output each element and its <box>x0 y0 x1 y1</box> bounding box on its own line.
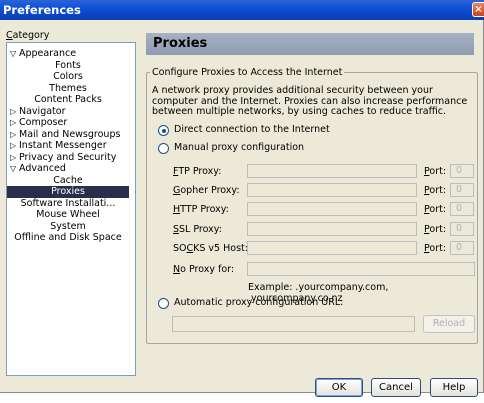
http-port-label: Port: <box>424 204 447 215</box>
manual-proxy-radio[interactable] <box>158 143 169 154</box>
tree-item-instant-messenger[interactable]: ▷ Instant Messenger <box>7 140 135 152</box>
no-proxy-label: No Proxy for: <box>173 264 235 275</box>
twisty-closed-icon[interactable]: ▷ <box>10 140 17 152</box>
cancel-button[interactable]: Cancel <box>371 378 421 397</box>
http-proxy-input[interactable] <box>247 202 417 216</box>
ok-button[interactable]: OK <box>315 378 363 397</box>
tree-item-proxies[interactable]: Proxies <box>7 186 129 198</box>
tree-item-composer[interactable]: ▷ Composer <box>7 117 135 129</box>
socks-host-input[interactable] <box>247 241 417 255</box>
gopher-proxy-label: Gopher Proxy: <box>173 185 240 196</box>
window-title: Preferences <box>3 3 81 17</box>
direct-connection-label: Direct connection to the Internet <box>174 124 330 135</box>
tree-item-advanced[interactable]: ▽ Advanced <box>7 163 135 175</box>
ftp-proxy-input[interactable] <box>247 164 417 178</box>
tree-item-colors[interactable]: Colors <box>7 71 129 83</box>
socks-port-input[interactable]: 0 <box>450 241 474 255</box>
proxy-description: A network proxy provides additional secu… <box>152 85 468 117</box>
title-bar: Preferences × <box>0 0 484 20</box>
twisty-open-icon[interactable]: ▽ <box>10 163 17 175</box>
http-port-input[interactable]: 0 <box>450 202 474 216</box>
tree-item-label: Composer <box>19 117 68 128</box>
panel-title: Proxies <box>146 33 474 55</box>
reload-button[interactable]: Reload <box>423 315 475 333</box>
gopher-port-label: Port: <box>424 185 447 196</box>
tree-item-label: Cache <box>53 174 83 186</box>
tree-item-content-packs[interactable]: Content Packs <box>7 94 129 106</box>
direct-connection-radio[interactable] <box>158 125 169 136</box>
twisty-closed-icon[interactable]: ▷ <box>10 117 17 129</box>
tree-item-label: Privacy and Security <box>19 151 117 163</box>
tree-item-cache[interactable]: Cache <box>7 175 129 187</box>
auto-proxy-label: Automatic proxy configuration URL: <box>174 297 344 308</box>
manual-proxy-label: Manual proxy configuration <box>174 142 305 153</box>
tree-item-label: Mouse Wheel <box>36 209 100 220</box>
tree-item-privacy-and-security[interactable]: ▷ Privacy and Security <box>7 152 135 164</box>
ssl-proxy-label: SSL Proxy: <box>173 224 222 235</box>
tree-item-label: System <box>50 220 86 232</box>
tree-item-label: Offline and Disk Space <box>14 232 122 243</box>
preferences-window: Preferences × Category ▽ Appearance Fonts C… <box>0 0 484 397</box>
tree-item-themes[interactable]: Themes <box>7 83 129 95</box>
tree-item-fonts[interactable]: Fonts <box>7 60 129 72</box>
close-icon[interactable]: × <box>472 2 484 17</box>
tree-item-appearance[interactable]: ▽ Appearance <box>7 48 135 60</box>
tree-item-offline-and-disk-space[interactable]: Offline and Disk Space <box>7 232 129 244</box>
tree-item-label: Colors <box>53 71 83 82</box>
tree-item-label: Content Packs <box>34 94 102 105</box>
tree-item-label: Mail and Newsgroups <box>19 128 121 140</box>
no-proxy-input[interactable] <box>247 262 475 276</box>
group-title: Configure Proxies to Access the Internet <box>150 67 345 78</box>
tree-item-label: Themes <box>49 82 87 94</box>
socks-port-label: Port: <box>424 243 447 254</box>
help-button[interactable]: Help <box>430 378 478 397</box>
tree-item-label: Proxies <box>51 186 85 197</box>
tree-item-label: Appearance <box>19 48 77 59</box>
tree-item-label: Advanced <box>19 163 66 174</box>
ftp-port-label: Port: <box>424 166 447 177</box>
ssl-port-label: Port: <box>424 224 447 235</box>
tree-item-label: Fonts <box>55 59 81 71</box>
twisty-open-icon[interactable]: ▽ <box>10 48 17 60</box>
category-label: Category <box>6 30 50 41</box>
tree-item-mail-and-newsgroups[interactable]: ▷ Mail and Newsgroups <box>7 129 135 141</box>
ssl-proxy-input[interactable] <box>247 222 417 236</box>
gopher-port-input[interactable]: 0 <box>450 183 474 197</box>
ftp-proxy-label: FTP Proxy: <box>173 166 222 177</box>
auto-proxy-url-input[interactable] <box>172 316 415 332</box>
ftp-port-input[interactable]: 0 <box>450 164 474 178</box>
tree-item-navigator[interactable]: ▷ Navigator <box>7 106 135 118</box>
socks-host-label: SOCKS v5 Host: <box>173 243 248 254</box>
tree-item-label: Navigator <box>19 105 66 117</box>
twisty-closed-icon[interactable]: ▷ <box>10 152 17 164</box>
auto-proxy-radio[interactable] <box>158 298 169 309</box>
tree-item-software-installati[interactable]: Software Installati... <box>7 198 129 210</box>
http-proxy-label: HTTP Proxy: <box>173 204 229 215</box>
category-tree[interactable]: ▽ Appearance Fonts Colors Themes Content Pack… <box>6 42 136 376</box>
tree-item-mouse-wheel[interactable]: Mouse Wheel <box>7 209 129 221</box>
ssl-port-input[interactable]: 0 <box>450 222 474 236</box>
twisty-closed-icon[interactable]: ▷ <box>10 129 17 141</box>
tree-item-system[interactable]: System <box>7 221 129 233</box>
gopher-proxy-input[interactable] <box>247 183 417 197</box>
tree-item-label: Software Installati... <box>20 197 116 209</box>
twisty-closed-icon[interactable]: ▷ <box>10 106 17 118</box>
tree-item-label: Instant Messenger <box>19 140 107 151</box>
